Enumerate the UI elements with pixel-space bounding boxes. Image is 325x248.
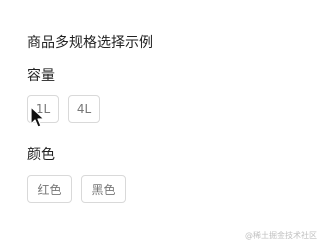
- color-label: 颜色: [27, 147, 55, 163]
- watermark: @稀土掘金技术社区: [245, 231, 317, 240]
- page-title: 商品多规格选择示例: [27, 35, 153, 51]
- color-option-red[interactable]: 红色: [27, 175, 72, 203]
- capacity-option-4l[interactable]: 4L: [68, 95, 100, 123]
- color-options: 红色 黑色: [27, 175, 126, 203]
- color-option-black[interactable]: 黑色: [81, 175, 126, 203]
- capacity-label: 容量: [27, 68, 55, 84]
- mouse-pointer-icon: [30, 106, 45, 128]
